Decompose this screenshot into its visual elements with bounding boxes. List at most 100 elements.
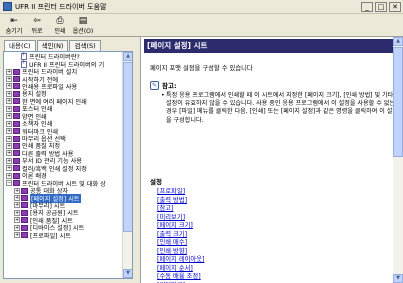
book-icon xyxy=(21,202,28,209)
book-icon xyxy=(13,98,20,105)
help-page-icon xyxy=(21,60,27,68)
settings-link[interactable]: [인쇄 매수] xyxy=(157,237,204,246)
expand-icon[interactable]: + xyxy=(6,113,12,120)
book-icon xyxy=(13,83,20,90)
expand-icon[interactable]: + xyxy=(6,120,12,127)
book-icon xyxy=(13,172,20,179)
scroll-up-icon[interactable]: ▲ xyxy=(393,37,403,46)
content-scrollbar[interactable]: ▲ ▼ xyxy=(393,37,403,283)
settings-link[interactable]: [참고] xyxy=(157,203,204,212)
close-button[interactable]: ✕ xyxy=(389,2,401,12)
tree-item[interactable]: + [프로파일] 시트 xyxy=(4,232,122,240)
content-pane: [페이지 설정] 시트 페이지 포맷 설정을 구성할 수 있습니다 ✎ 참고: … xyxy=(140,37,403,283)
tree-scrollbar[interactable]: ▲ ▼ xyxy=(122,52,132,278)
book-icon xyxy=(13,128,20,135)
note-list: 특정 응용 프로그램에서 인쇄할 때 이 시트에서 지정한 [페이지 크기], … xyxy=(161,92,400,125)
tree-scroll-thumb[interactable] xyxy=(123,62,132,232)
navigation-pane: 내용(C) 색인(N) 검색(S) 프린터 드라이버란?UFR II 프린터 드… xyxy=(0,37,136,283)
options-label: 옵션(O) xyxy=(72,28,94,35)
expand-icon[interactable]: + xyxy=(6,128,12,135)
page-title: [페이지 설정] 시트 xyxy=(144,39,400,53)
expand-icon[interactable]: + xyxy=(6,142,12,149)
expand-icon[interactable]: + xyxy=(14,217,20,224)
print-button[interactable]: ⎙ 인쇄 xyxy=(50,14,70,36)
expand-icon[interactable]: + xyxy=(6,76,12,83)
back-icon: ⇦ xyxy=(33,15,41,26)
settings-link[interactable]: [인쇄 방향] xyxy=(157,246,204,255)
hide-button[interactable]: ⇤ 숨기기 xyxy=(4,14,24,36)
expand-icon[interactable]: + xyxy=(6,105,12,112)
expand-icon[interactable]: + xyxy=(6,172,12,179)
window-title: UFR II 프린터 드라이버 도움말 xyxy=(15,2,107,11)
book-icon xyxy=(13,165,20,172)
expand-icon[interactable]: + xyxy=(14,202,20,209)
expand-icon[interactable]: + xyxy=(6,135,12,142)
print-icon: ⎙ xyxy=(56,15,64,26)
settings-link[interactable]: [페이지 크기] xyxy=(157,220,204,229)
settings-heading: 설정 xyxy=(150,178,162,186)
hide-icon: ⇤ xyxy=(10,15,18,26)
book-icon xyxy=(13,180,20,187)
expand-icon[interactable]: + xyxy=(6,165,12,172)
options-icon: ▤ xyxy=(78,15,88,26)
help-app-icon xyxy=(3,2,12,11)
book-icon xyxy=(13,157,20,164)
note-title: 참고: xyxy=(162,82,177,90)
expand-icon[interactable]: + xyxy=(14,232,20,239)
book-icon xyxy=(13,135,20,142)
book-icon xyxy=(21,195,28,202)
settings-link[interactable]: [페이지 순서] xyxy=(157,263,204,272)
note-box: ✎ 참고: 특정 응용 프로그램에서 인쇄할 때 이 시트에서 지정한 [페이지… xyxy=(150,80,400,125)
scroll-down-icon[interactable]: ▼ xyxy=(123,269,132,278)
contents-tree-panel: 프린터 드라이버란?UFR II 프린터 드라이버의 기+프린터 드라이버 설치… xyxy=(3,51,133,279)
contents-tree: 프린터 드라이버란?UFR II 프린터 드라이버의 기+프린터 드라이버 설치… xyxy=(4,52,122,240)
book-icon xyxy=(13,76,20,83)
pencil-note-icon: ✎ xyxy=(150,80,159,90)
window-controls: _ □ ✕ xyxy=(361,2,401,12)
maximize-button[interactable]: □ xyxy=(375,2,387,12)
book-icon xyxy=(13,142,20,149)
tab-index[interactable]: 색인(N) xyxy=(36,40,69,51)
tab-search[interactable]: 검색(S) xyxy=(69,40,101,51)
settings-link[interactable]: [출력 방법] xyxy=(157,195,204,204)
note-item: 특정 응용 프로그램에서 인쇄할 때 이 시트에서 지정한 [페이지 크기], … xyxy=(161,92,400,125)
minimize-button[interactable]: _ xyxy=(361,2,373,12)
collapse-icon[interactable]: − xyxy=(6,180,12,187)
back-button[interactable]: ⇦ 뒤로 xyxy=(27,14,47,36)
settings-links: [프로파일] [출력 방법] [참고] [미리보기] [페이지 크기] [출력 크기] [인… xyxy=(157,186,204,283)
book-icon xyxy=(13,68,20,75)
book-icon xyxy=(21,209,28,216)
settings-link[interactable]: [프로파일] xyxy=(157,186,204,195)
settings-link[interactable]: [수동 배율 조정] xyxy=(157,271,204,280)
print-label: 인쇄 xyxy=(54,28,66,35)
book-icon xyxy=(21,217,28,224)
book-icon xyxy=(21,224,28,231)
expand-icon[interactable]: + xyxy=(6,68,12,75)
expand-icon[interactable]: + xyxy=(14,187,20,194)
settings-link[interactable]: [미리보기] xyxy=(157,212,204,221)
scroll-down-icon[interactable]: ▼ xyxy=(393,274,403,283)
settings-link[interactable]: [페이지 레이아웃] xyxy=(157,254,204,263)
back-label: 뒤로 xyxy=(31,28,43,35)
book-icon xyxy=(13,113,20,120)
expand-icon[interactable]: + xyxy=(6,98,12,105)
title-bar: UFR II 프린터 드라이버 도움말 _ □ ✕ xyxy=(0,0,403,14)
note-heading: ✎ 참고: xyxy=(150,80,400,90)
hide-label: 숨기기 xyxy=(5,28,23,35)
expand-icon[interactable]: + xyxy=(6,90,12,97)
book-icon xyxy=(21,187,28,194)
scroll-up-icon[interactable]: ▲ xyxy=(123,52,132,61)
settings-link[interactable]: [출력 크기] xyxy=(157,229,204,238)
expand-icon[interactable]: + xyxy=(14,209,20,216)
intro-text: 페이지 포맷 설정을 구성할 수 있습니다 xyxy=(150,65,253,72)
expand-icon[interactable]: + xyxy=(6,157,12,164)
content-scroll-thumb[interactable] xyxy=(393,47,403,157)
expand-icon[interactable]: + xyxy=(14,195,20,202)
book-icon xyxy=(13,120,20,127)
toolbar: ⇤ 숨기기 ⇦ 뒤로 ⎙ 인쇄 ▤ 옵션(O) xyxy=(0,14,403,37)
expand-icon[interactable]: + xyxy=(6,83,12,90)
book-icon xyxy=(13,90,20,97)
expand-icon[interactable]: + xyxy=(6,150,12,157)
expand-icon[interactable]: + xyxy=(14,224,20,231)
options-button[interactable]: ▤ 옵션(O) xyxy=(72,14,94,36)
